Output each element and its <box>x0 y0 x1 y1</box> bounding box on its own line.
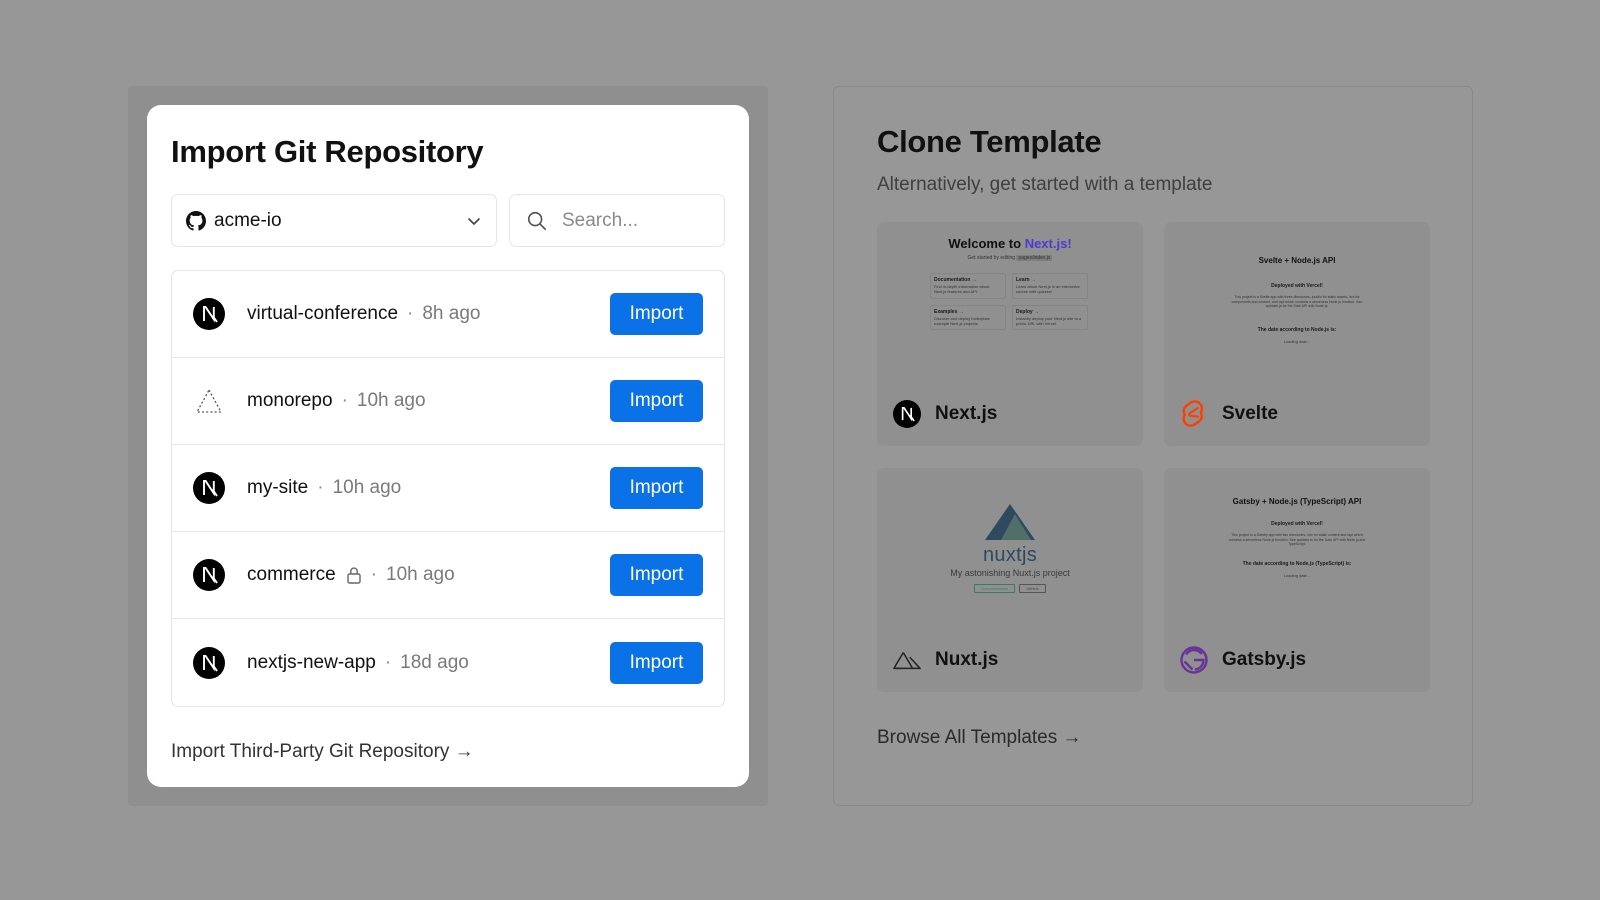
template-footer: Nuxt.js <box>893 646 998 674</box>
repo-updated-time: 10h ago <box>356 390 426 412</box>
turborepo-triangle-icon <box>193 385 225 417</box>
chevron-down-icon <box>468 217 480 225</box>
preview-button: GitHub <box>1019 584 1046 594</box>
repo-row: my-site · 10h ago Import <box>172 445 724 533</box>
search-field[interactable] <box>509 194 725 248</box>
preview-wordmark: nuxtjs <box>982 544 1038 567</box>
search-icon <box>527 211 547 230</box>
repo-row: nextjs-new-app · 18d ago Import <box>172 619 724 706</box>
repo-name[interactable]: commerce <box>247 564 336 586</box>
preview-heading-prefix: Welcome to <box>948 236 1025 252</box>
preview-loading: Loading date... <box>1283 572 1311 578</box>
import-button[interactable]: Import <box>610 293 703 336</box>
search-input[interactable] <box>562 209 702 232</box>
nextjs-icon <box>193 472 225 505</box>
scope-label: acme-io <box>214 209 282 231</box>
template-name: Next.js <box>935 403 998 425</box>
import-title: Import Git Repository <box>171 134 484 169</box>
preview-button: Documentation <box>974 584 1016 594</box>
template-card-svelte[interactable]: Svelte + Node.js API Deployed with Verce… <box>1164 222 1430 447</box>
preview-tile: Learn → Learn about Next.js in an intera… <box>1012 273 1088 299</box>
template-footer: Next.js <box>893 400 998 429</box>
import-button[interactable]: Import <box>610 380 703 423</box>
template-preview-nuxt: nuxtjs My astonishing Nuxt.js project Do… <box>877 468 1143 628</box>
preview-date-heading: The date according to Node.js is: <box>1257 326 1337 333</box>
clone-subtitle: Alternatively, get started with a templa… <box>877 174 1213 196</box>
svelte-icon <box>1180 400 1208 428</box>
import-controls: acme-io <box>171 194 725 248</box>
separator-dot: · <box>407 303 414 325</box>
import-button[interactable]: Import <box>610 554 703 597</box>
import-git-repository-panel: Import Git Repository acme-io virtual-c <box>147 105 749 787</box>
preview-code: pages/index.js <box>1016 255 1053 262</box>
repo-row: commerce · 10h ago Import <box>172 532 724 620</box>
import-third-party-link[interactable]: Import Third-Party Git Repository → <box>171 741 474 763</box>
import-button[interactable]: Import <box>610 467 703 510</box>
preview-tile: Documentation → Find in-depth informatio… <box>930 273 1006 299</box>
template-footer: Svelte <box>1180 400 1278 428</box>
separator-dot: · <box>384 651 392 673</box>
repo-row: virtual-conference · 8h ago Import <box>172 271 724 359</box>
nextjs-icon <box>193 559 225 592</box>
repo-row: monorepo · 10h ago Import <box>172 358 724 446</box>
repo-name[interactable]: nextjs-new-app <box>247 652 376 674</box>
repo-updated-time: 10h ago <box>386 564 455 586</box>
repo-updated-time: 18d ago <box>400 651 469 673</box>
preview-heading-accent: Next.js! <box>1024 236 1072 252</box>
github-icon <box>186 210 206 231</box>
clone-title: Clone Template <box>877 124 1102 159</box>
preview-sub: Get started by editing <box>967 255 1016 262</box>
separator-dot: · <box>317 477 324 499</box>
preview-tagline: My astonishing Nuxt.js project <box>950 568 1070 579</box>
separator-dot: · <box>370 564 378 586</box>
template-preview-gatsby: Gatsby + Node.js (TypeScript) API Deploy… <box>1164 468 1430 628</box>
preview-body: This project is a Svelte app with three … <box>1231 295 1363 309</box>
preview-deployed: Deployed with Vercel! <box>1271 283 1323 290</box>
nuxt-logo-icon <box>985 504 1035 541</box>
import-button[interactable]: Import <box>610 641 703 684</box>
preview-heading: Svelte + Node.js API <box>1258 256 1336 266</box>
nextjs-icon <box>893 400 921 429</box>
repo-name[interactable]: virtual-conference <box>247 303 398 325</box>
nextjs-icon <box>193 298 225 331</box>
template-name: Nuxt.js <box>935 649 999 671</box>
lock-icon <box>346 567 361 584</box>
template-preview-svelte: Svelte + Node.js API Deployed with Verce… <box>1164 222 1430 382</box>
git-scope-select[interactable]: acme-io <box>171 194 497 248</box>
template-card-nextjs[interactable]: Welcome to Next.js! Get started by editi… <box>877 222 1143 447</box>
preview-heading: Gatsby + Node.js (TypeScript) API <box>1232 497 1362 507</box>
template-preview-nextjs: Welcome to Next.js! Get started by editi… <box>877 222 1143 382</box>
template-card-gatsby[interactable]: Gatsby + Node.js (TypeScript) API Deploy… <box>1164 468 1430 693</box>
repo-name[interactable]: monorepo <box>247 390 333 412</box>
nextjs-icon <box>193 646 225 679</box>
template-name: Gatsby.js <box>1222 649 1307 671</box>
separator-dot: · <box>341 390 348 412</box>
gatsby-icon <box>1180 646 1208 674</box>
nuxt-icon <box>893 646 921 674</box>
browse-all-templates-link[interactable]: Browse All Templates → <box>877 727 1082 749</box>
template-grid: Welcome to Next.js! Get started by editi… <box>877 222 1430 693</box>
preview-deployed: Deployed with Vercel! <box>1271 520 1323 527</box>
repo-updated-time: 8h ago <box>422 303 481 325</box>
template-name: Svelte <box>1222 403 1278 425</box>
clone-template-panel: Clone Template Alternatively, get starte… <box>833 86 1473 806</box>
repo-name[interactable]: my-site <box>247 477 308 499</box>
template-card-nuxt[interactable]: nuxtjs My astonishing Nuxt.js project Do… <box>877 468 1143 693</box>
template-footer: Gatsby.js <box>1180 646 1306 674</box>
preview-date-heading: The date according to Node.js (TypeScrip… <box>1242 560 1352 567</box>
repo-updated-time: 10h ago <box>332 477 402 499</box>
preview-tile: Examples → Discover and deploy boilerpla… <box>930 304 1006 331</box>
preview-body: This project is a Gatsby app with two di… <box>1228 532 1366 547</box>
preview-loading: Loading date... <box>1283 338 1311 344</box>
preview-tile: Deploy → Instantly deploy your Next.js s… <box>1012 304 1088 331</box>
repository-list: virtual-conference · 8h ago Import monor… <box>171 270 725 708</box>
